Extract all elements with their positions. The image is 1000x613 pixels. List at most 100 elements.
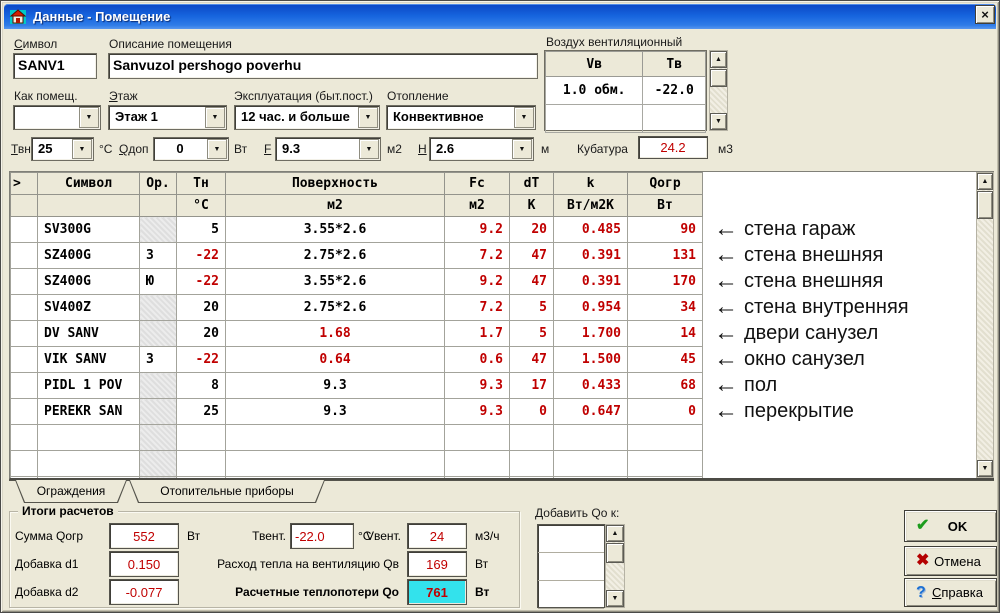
grid-cell[interactable]: 0.391: [554, 243, 628, 269]
scroll-down-icon[interactable]: ▼: [977, 460, 993, 477]
grid-cell[interactable]: SV400Z: [38, 295, 140, 321]
vent-cell[interactable]: [643, 105, 706, 133]
grid-cell[interactable]: PIDL 1 POV: [38, 373, 140, 399]
chevron-down-icon[interactable]: ▼: [79, 107, 99, 128]
grid-cell[interactable]: DV SANV: [38, 321, 140, 347]
grid-row[interactable]: SZ400GЗ-222.75*2.67.2470.391131: [11, 243, 703, 269]
surfaces-table[interactable]: >СимволОр.ТнПоверхностьFcdTkQогр°Cм2м2КВ…: [9, 171, 994, 480]
f-combo[interactable]: 9.3 ▼: [275, 137, 381, 161]
add-qo-list-item[interactable]: [538, 581, 604, 609]
grid-cell[interactable]: Ю: [140, 269, 177, 295]
grid-cell[interactable]: 20: [510, 217, 554, 243]
grid-cell[interactable]: [140, 217, 177, 243]
grid-cell[interactable]: 1.7: [445, 321, 510, 347]
grid-cell[interactable]: 2.75*2.6: [226, 243, 445, 269]
grid-cell[interactable]: 2.75*2.6: [226, 295, 445, 321]
vent-air-table[interactable]: VвТв1.0 обм.-22.0: [544, 50, 707, 131]
grid-cell[interactable]: 1.700: [554, 321, 628, 347]
add-qo-scroll-thumb[interactable]: [606, 543, 624, 563]
grid-cell[interactable]: 0.485: [554, 217, 628, 243]
tab-enclosures[interactable]: Ограждения: [15, 480, 127, 503]
grid-cell[interactable]: 1.500: [554, 347, 628, 373]
grid-cell[interactable]: 14: [628, 321, 703, 347]
grid-cell[interactable]: [11, 269, 38, 295]
grid-cell[interactable]: 0.433: [554, 373, 628, 399]
add-qo-listbox[interactable]: [537, 524, 605, 608]
grid-cell[interactable]: 0: [510, 399, 554, 425]
symbol-input[interactable]: SANV1: [13, 53, 97, 79]
chevron-down-icon[interactable]: ▼: [358, 107, 378, 128]
grid-cell[interactable]: 7.2: [445, 243, 510, 269]
tvn-combo[interactable]: 25 ▼: [31, 137, 94, 161]
grid-cell[interactable]: 9.3: [226, 373, 445, 399]
chevron-down-icon[interactable]: ▼: [72, 139, 92, 159]
heating-combo[interactable]: Конвективное ▼: [386, 105, 536, 130]
tab-heating-devices[interactable]: Отопительные приборы: [129, 480, 325, 503]
grid-cell[interactable]: [11, 399, 38, 425]
grid-cell[interactable]: 47: [510, 243, 554, 269]
grid-row[interactable]: SZ400GЮ-223.55*2.69.2470.391170: [11, 269, 703, 295]
grid-cell[interactable]: З: [140, 347, 177, 373]
vent-cell[interactable]: 1.0 обм.: [546, 77, 643, 105]
grid-cell[interactable]: 8: [177, 373, 226, 399]
grid-cell[interactable]: [140, 425, 177, 451]
grid-cell[interactable]: [177, 451, 226, 477]
grid-cell[interactable]: [11, 425, 38, 451]
grid-cell[interactable]: 25: [177, 399, 226, 425]
exploitation-combo[interactable]: 12 час. и больше ▼: [234, 105, 380, 130]
grid-cell[interactable]: [628, 451, 703, 477]
grid-cell[interactable]: 5: [177, 217, 226, 243]
vent-row[interactable]: [546, 105, 706, 133]
grid-cell[interactable]: 170: [628, 269, 703, 295]
ok-button[interactable]: ✔ OK: [904, 510, 997, 542]
grid-cell[interactable]: [445, 451, 510, 477]
grid-cell[interactable]: 7.2: [445, 295, 510, 321]
grid-cell[interactable]: [11, 373, 38, 399]
table-scroll-thumb[interactable]: [977, 191, 993, 219]
grid-cell[interactable]: 0.64: [226, 347, 445, 373]
grid-cell[interactable]: 0: [628, 399, 703, 425]
grid-cell[interactable]: [226, 451, 445, 477]
table-scrollbar[interactable]: ▲ ▼: [976, 172, 994, 478]
vent-air-scrollbar[interactable]: ▲ ▼: [709, 50, 728, 131]
grid-cell[interactable]: [140, 321, 177, 347]
grid-cell[interactable]: 3.55*2.6: [226, 217, 445, 243]
grid-cell[interactable]: 9.3: [226, 399, 445, 425]
vent-row[interactable]: 1.0 обм.-22.0: [546, 77, 706, 105]
grid-cell[interactable]: [140, 451, 177, 477]
grid-cell[interactable]: [140, 399, 177, 425]
vent-cell[interactable]: -22.0: [643, 77, 706, 105]
grid-cell[interactable]: 0.391: [554, 269, 628, 295]
h-combo[interactable]: 2.6 ▼: [429, 137, 534, 161]
grid-cell[interactable]: 45: [628, 347, 703, 373]
cancel-button[interactable]: ✖ Отмена: [904, 546, 997, 576]
qdop-combo[interactable]: 0 ▼: [153, 137, 229, 161]
vent-cell[interactable]: [546, 105, 643, 133]
grid-cell[interactable]: З: [140, 243, 177, 269]
grid-cell[interactable]: -22: [177, 243, 226, 269]
grid-row-empty[interactable]: [11, 425, 703, 451]
grid-cell[interactable]: 20: [177, 321, 226, 347]
grid-cell[interactable]: [177, 425, 226, 451]
help-button[interactable]: ? Справка: [904, 578, 997, 607]
grid-cell[interactable]: 131: [628, 243, 703, 269]
grid-cell[interactable]: [554, 451, 628, 477]
grid-cell[interactable]: [11, 451, 38, 477]
grid-cell[interactable]: [628, 425, 703, 451]
grid-row[interactable]: SV400Z202.75*2.67.250.95434: [11, 295, 703, 321]
grid-row-empty[interactable]: [11, 451, 703, 477]
grid-cell[interactable]: [11, 295, 38, 321]
grid-cell[interactable]: [11, 347, 38, 373]
grid-cell[interactable]: 68: [628, 373, 703, 399]
grid-row[interactable]: SV300G53.55*2.69.2200.48590: [11, 217, 703, 243]
grid-cell[interactable]: 47: [510, 269, 554, 295]
grid-cell[interactable]: 90: [628, 217, 703, 243]
grid-cell[interactable]: 3.55*2.6: [226, 269, 445, 295]
grid-cell[interactable]: VIK SANV: [38, 347, 140, 373]
grid-cell[interactable]: -22: [177, 347, 226, 373]
grid-cell[interactable]: [11, 321, 38, 347]
grid-row[interactable]: PIDL 1 POV89.39.3170.43368: [11, 373, 703, 399]
grid-cell[interactable]: 0.954: [554, 295, 628, 321]
title-bar[interactable]: Данные - Помещение: [4, 4, 996, 29]
grid-cell[interactable]: 17: [510, 373, 554, 399]
